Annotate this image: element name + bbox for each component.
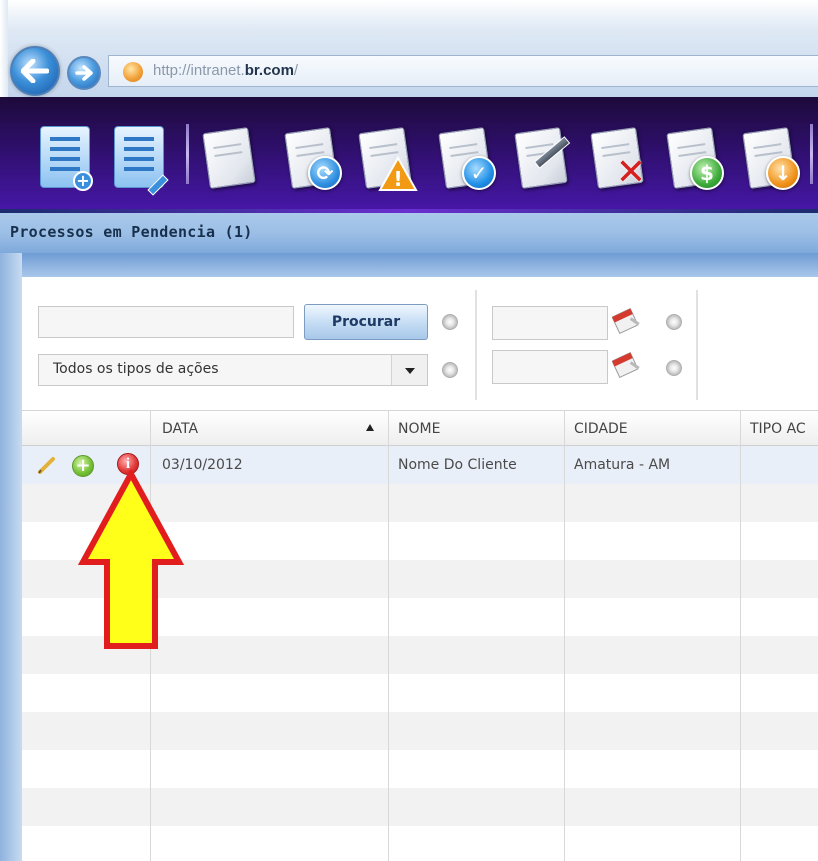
column-divider <box>740 410 741 861</box>
calendar-icon[interactable] <box>612 306 642 336</box>
table-row-empty <box>22 674 818 712</box>
action-type-select[interactable]: Todos os tipos de ações <box>38 354 428 386</box>
edit-button[interactable] <box>512 126 572 192</box>
date-from-input[interactable] <box>492 306 608 340</box>
calendar-icon[interactable] <box>612 350 642 380</box>
section-band <box>0 253 818 277</box>
new-list-button[interactable]: + <box>40 126 93 191</box>
dollar-icon: $ <box>690 156 724 190</box>
column-header-nome[interactable]: NOME <box>398 421 440 437</box>
x-icon: ✕ <box>615 152 646 193</box>
clear-date-to-icon[interactable] <box>666 360 682 376</box>
column-header-tipo[interactable]: TIPO AC <box>750 421 806 437</box>
payment-button[interactable]: $ <box>664 126 724 192</box>
column-header-cidade[interactable]: CIDADE <box>574 421 628 437</box>
search-button[interactable]: Procurar <box>304 304 428 340</box>
cell-cidade: Amatura - AM <box>574 457 671 473</box>
arrow-left-icon <box>21 59 49 83</box>
document-icon <box>202 127 256 189</box>
warning-button[interactable]: ! <box>356 126 418 192</box>
table-row-empty <box>22 826 818 861</box>
download-button[interactable]: ↓ <box>740 126 800 192</box>
date-to-input[interactable] <box>492 350 608 384</box>
column-header-data[interactable]: DATA <box>162 421 198 437</box>
cell-nome: Nome Do Cliente <box>398 457 517 473</box>
pencil-icon[interactable] <box>36 454 58 476</box>
browser-chrome: http://intranet.br.com/ <box>0 0 818 97</box>
download-icon: ↓ <box>766 156 800 190</box>
forward-button[interactable] <box>67 56 101 90</box>
filter-divider <box>696 290 698 400</box>
column-divider <box>388 410 389 861</box>
clear-search-icon[interactable] <box>442 314 458 330</box>
action-type-selected: Todos os tipos de ações <box>53 361 219 377</box>
toolbar-separator <box>810 124 813 184</box>
left-rail <box>0 253 22 861</box>
clear-action-type-icon[interactable] <box>442 362 458 378</box>
clear-date-from-icon[interactable] <box>666 314 682 330</box>
document-button[interactable] <box>200 126 260 192</box>
search-input[interactable] <box>38 306 294 338</box>
back-button[interactable] <box>10 46 60 96</box>
table-row-empty <box>22 750 818 788</box>
table-row-empty <box>22 788 818 826</box>
column-divider <box>564 410 565 861</box>
url-text: http://intranet.br.com/ <box>153 62 299 79</box>
arrow-right-icon <box>75 65 93 81</box>
chevron-down-icon[interactable] <box>391 355 427 385</box>
site-favicon-icon <box>123 62 143 82</box>
annotation-arrow-up-icon <box>78 470 184 649</box>
filter-panel <box>22 277 818 407</box>
window-frame <box>0 0 8 97</box>
section-header: Processos em Pendencia (1) <box>0 213 818 253</box>
warning-icon: ! <box>378 156 418 191</box>
toolbar-separator <box>186 124 189 184</box>
table-row-empty <box>22 712 818 750</box>
address-bar[interactable]: http://intranet.br.com/ <box>108 55 818 87</box>
check-icon: ✓ <box>462 156 496 190</box>
filter-divider <box>475 290 477 400</box>
refresh-button[interactable]: ⟳ <box>282 126 342 192</box>
refresh-icon: ⟳ <box>308 156 342 190</box>
sort-ascending-icon[interactable] <box>366 424 374 431</box>
svg-text:!: ! <box>393 167 402 191</box>
delete-button[interactable]: ✕ <box>588 126 648 192</box>
add-icon: + <box>73 171 93 191</box>
section-title: Processos em Pendencia (1) <box>10 223 253 241</box>
approve-button[interactable]: ✓ <box>436 126 496 192</box>
edit-list-button[interactable] <box>114 126 169 196</box>
